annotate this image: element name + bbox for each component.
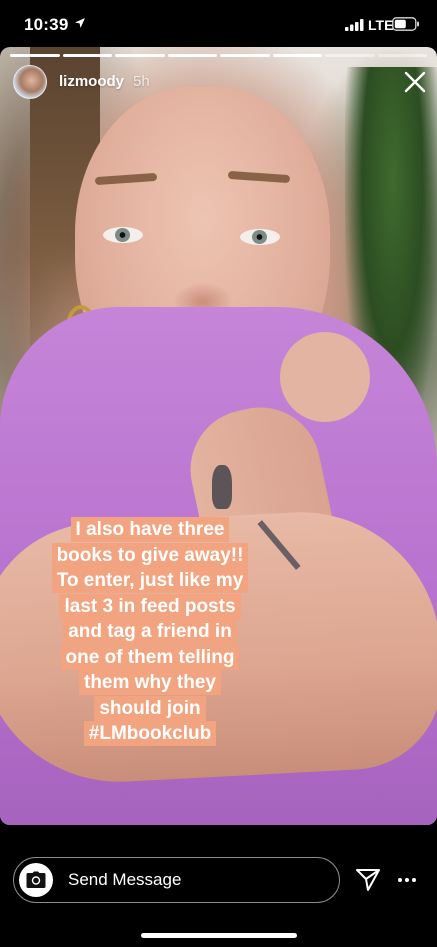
story-caption: I also have three books to give away!! T…	[40, 517, 260, 747]
status-time: 10:39	[24, 15, 69, 34]
caption-line: one of them telling	[60, 644, 240, 670]
left-eye	[103, 227, 143, 243]
story-progress-bar	[10, 54, 427, 57]
progress-segment	[272, 54, 322, 57]
story-timestamp: 5h	[133, 73, 150, 90]
progress-segment	[167, 54, 217, 57]
right-eye	[240, 229, 280, 245]
caption-line: I also have three	[70, 517, 230, 542]
progress-segment	[10, 54, 60, 57]
send-icon[interactable]	[355, 867, 381, 893]
close-icon[interactable]	[403, 70, 427, 94]
caption-hashtag[interactable]: #LMbookclub	[83, 721, 217, 746]
caption-line: them why they	[79, 670, 221, 695]
progress-segment	[62, 54, 112, 57]
send-message-placeholder[interactable]: Send Message	[68, 870, 181, 890]
username[interactable]: lizmoody	[59, 73, 124, 90]
progress-segment	[115, 54, 165, 57]
signal-icon	[345, 19, 364, 31]
progress-segment	[325, 54, 375, 57]
location-arrow-icon	[75, 18, 85, 28]
caption-line: and tag a friend in	[63, 619, 237, 644]
caption-line: books to give away!!	[51, 542, 249, 568]
status-bar: 10:39 LTE	[0, 0, 437, 48]
fist	[280, 332, 370, 422]
avatar[interactable]	[13, 65, 47, 99]
home-indicator[interactable]	[141, 933, 297, 938]
network-label: LTE	[368, 17, 394, 33]
caption-line: To enter, just like my	[51, 568, 249, 593]
progress-segment	[377, 54, 427, 57]
battery-icon	[392, 17, 419, 31]
more-icon[interactable]	[397, 872, 417, 888]
camera-icon[interactable]	[26, 871, 46, 889]
wrist-tattoo	[212, 465, 232, 509]
caption-line: last 3 in feed posts	[59, 593, 241, 619]
caption-line: should join	[94, 695, 206, 721]
progress-segment	[220, 54, 270, 57]
